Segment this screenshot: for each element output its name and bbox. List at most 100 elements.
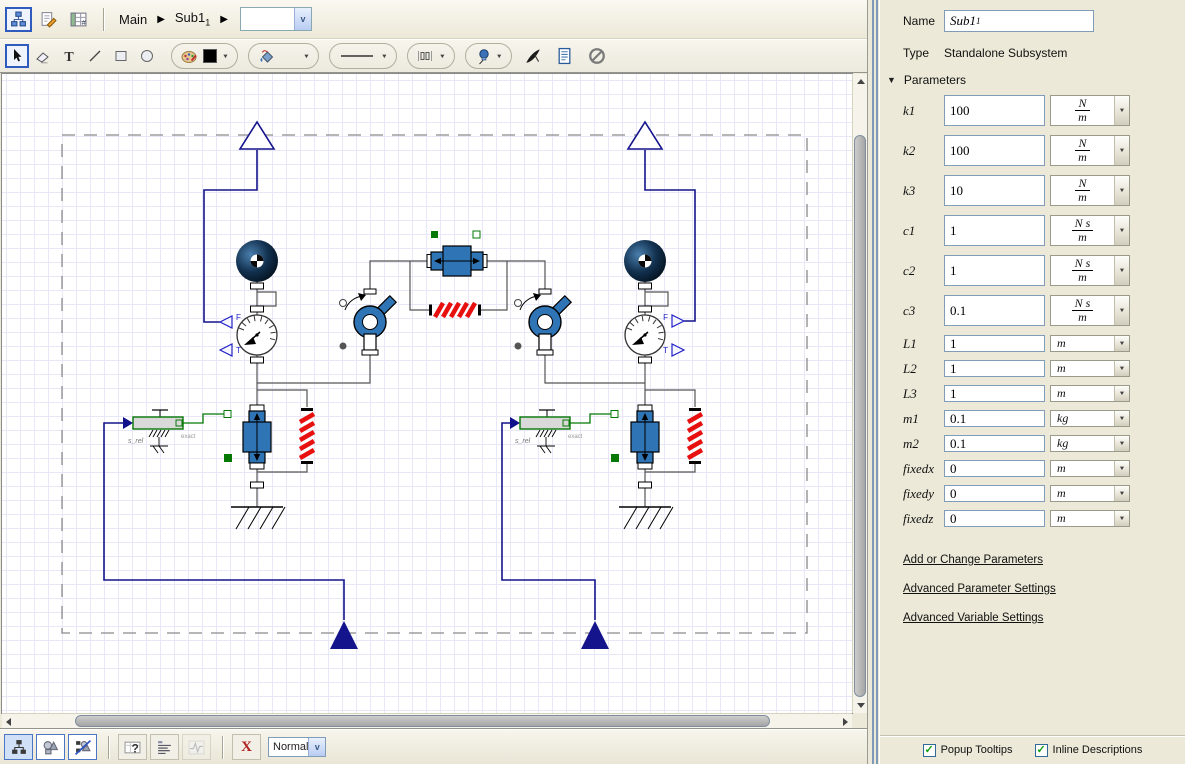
- unit-dropdown-button[interactable]: ▼: [1114, 486, 1129, 501]
- unit-dropdown-button[interactable]: ▼: [1114, 296, 1129, 325]
- unit-dropdown-button[interactable]: ▼: [1114, 176, 1129, 205]
- document-properties-button[interactable]: [554, 44, 576, 68]
- horizontal-scrollbar[interactable]: [2, 713, 852, 728]
- combo-dropdown-button[interactable]: v: [294, 8, 311, 30]
- unit-dropdown-button[interactable]: ▼: [1114, 436, 1129, 451]
- flange-connector[interactable]: [639, 482, 652, 488]
- mechanical-wire[interactable]: [645, 390, 695, 407]
- select-tool-button[interactable]: [5, 44, 29, 68]
- inline-descriptions-checkbox[interactable]: ✓ Inline Descriptions: [1035, 744, 1143, 757]
- fill-color-dropdown[interactable]: ▼: [248, 43, 319, 69]
- flange-connector[interactable]: [251, 482, 264, 488]
- breadcrumb-sub1[interactable]: Sub11: [175, 10, 210, 28]
- flange-connector[interactable]: [639, 283, 652, 289]
- flange-connector[interactable]: [251, 357, 264, 363]
- param-value-input[interactable]: 0.1: [944, 410, 1045, 427]
- signal-port-marker[interactable]: [611, 411, 618, 418]
- force-sensor-gauge[interactable]: [237, 315, 277, 355]
- param-unit-select[interactable]: N sm ▼: [1050, 255, 1130, 286]
- unit-dropdown-button[interactable]: ▼: [1114, 411, 1129, 426]
- subsystem-port-bottom-left[interactable]: [330, 621, 358, 649]
- rotational-component[interactable]: [340, 289, 397, 355]
- mechanical-wire[interactable]: [257, 390, 307, 407]
- scroll-left-icon[interactable]: [6, 718, 11, 726]
- ellipse-tool-button[interactable]: [135, 44, 159, 68]
- help-panel-button[interactable]: ?: [118, 734, 147, 760]
- param-value-input[interactable]: 1: [944, 255, 1045, 286]
- parameter-table-button[interactable]: #: [65, 7, 92, 32]
- mechanical-wire-jog[interactable]: [257, 292, 276, 306]
- translational-joint[interactable]: [427, 246, 487, 276]
- sensor-signal-wire[interactable]: [183, 414, 224, 423]
- combo-dropdown-button[interactable]: v: [308, 738, 325, 756]
- param-unit-select[interactable]: m ▼: [1050, 460, 1130, 477]
- param-value-input[interactable]: 0.1: [944, 435, 1045, 452]
- combined-view-button[interactable]: [68, 734, 97, 760]
- position-sensor[interactable]: [510, 410, 570, 453]
- force-input-port[interactable]: [672, 315, 684, 327]
- param-value-input[interactable]: 1: [944, 335, 1045, 352]
- horizontal-scroll-thumb[interactable]: [75, 715, 770, 727]
- flange-connector[interactable]: [251, 306, 264, 312]
- param-unit-select[interactable]: m ▼: [1050, 485, 1130, 502]
- pin-annotation-dropdown[interactable]: ▼: [465, 43, 512, 69]
- param-unit-select[interactable]: kg ▼: [1050, 435, 1130, 452]
- advanced-variable-settings-link[interactable]: Advanced Variable Settings: [903, 612, 1185, 624]
- delete-button[interactable]: X: [232, 734, 261, 760]
- param-unit-select[interactable]: Nm ▼: [1050, 135, 1130, 166]
- add-change-parameters-link[interactable]: Add or Change Parameters: [903, 554, 1185, 566]
- model-workspace-button[interactable]: [5, 7, 32, 32]
- scroll-up-icon[interactable]: [857, 79, 865, 84]
- unit-dropdown-button[interactable]: ▼: [1114, 256, 1129, 285]
- mass-component[interactable]: [236, 240, 278, 282]
- param-value-input[interactable]: 1: [944, 215, 1045, 246]
- torque-input-port[interactable]: [220, 344, 232, 356]
- mechanical-wire[interactable]: [370, 261, 427, 289]
- position-sensor[interactable]: [123, 410, 183, 453]
- param-unit-select[interactable]: m ▼: [1050, 385, 1130, 402]
- sensor-signal-wire[interactable]: [570, 414, 611, 423]
- scroll-right-icon[interactable]: [843, 718, 848, 726]
- annotation-edit-button[interactable]: [35, 7, 62, 32]
- mechanical-wire[interactable]: [257, 355, 370, 383]
- mechanical-wire[interactable]: [410, 261, 429, 310]
- rotational-component[interactable]: [515, 289, 572, 355]
- force-sensor-gauge[interactable]: [625, 315, 665, 355]
- flange-connector[interactable]: [639, 357, 652, 363]
- mechanical-wire-jog[interactable]: [645, 292, 668, 306]
- name-input[interactable]: Sub11: [944, 10, 1094, 32]
- spring-damper[interactable]: [688, 408, 702, 464]
- signal-wire[interactable]: [502, 423, 595, 620]
- param-unit-select[interactable]: m ▼: [1050, 335, 1130, 352]
- vertical-scroll-thumb[interactable]: [854, 135, 866, 697]
- diagram-view-button[interactable]: [4, 734, 33, 760]
- param-value-input[interactable]: 0: [944, 510, 1045, 527]
- param-value-input[interactable]: 0.1: [944, 295, 1045, 326]
- model-canvas[interactable]: F T F T s_rel exact s_rel exact: [2, 74, 852, 713]
- unit-dropdown-button[interactable]: ▼: [1114, 96, 1129, 125]
- param-unit-select[interactable]: N sm ▼: [1050, 295, 1130, 326]
- signal-port-marker[interactable]: [473, 231, 480, 238]
- eraser-tool-button[interactable]: [31, 44, 55, 68]
- scroll-down-icon[interactable]: [857, 703, 865, 708]
- description-panel-button[interactable]: [150, 734, 179, 760]
- subsystem-port-bottom-right[interactable]: [581, 621, 609, 649]
- mechanical-wire[interactable]: [487, 261, 545, 289]
- panel-splitter[interactable]: [867, 0, 879, 764]
- pen-color-dropdown[interactable]: ▼: [171, 43, 238, 69]
- mass-component[interactable]: [624, 240, 666, 282]
- unit-dropdown-button[interactable]: ▼: [1114, 216, 1129, 245]
- vertical-scrollbar[interactable]: [852, 74, 867, 713]
- param-value-input[interactable]: 0: [944, 485, 1045, 502]
- signature-pen-button[interactable]: [522, 44, 544, 68]
- param-value-input[interactable]: 100: [944, 135, 1045, 166]
- 3d-view-button[interactable]: [36, 734, 65, 760]
- parameters-section-header[interactable]: ▼ Parameters: [887, 73, 1185, 87]
- text-tool-button[interactable]: T: [57, 44, 81, 68]
- param-unit-select[interactable]: Nm ▼: [1050, 175, 1130, 206]
- advanced-parameter-settings-link[interactable]: Advanced Parameter Settings: [903, 583, 1185, 595]
- signal-port-marker[interactable]: [611, 454, 619, 462]
- unit-dropdown-button[interactable]: ▼: [1114, 461, 1129, 476]
- flange-connector[interactable]: [251, 283, 264, 289]
- prismatic-joint[interactable]: [631, 405, 659, 469]
